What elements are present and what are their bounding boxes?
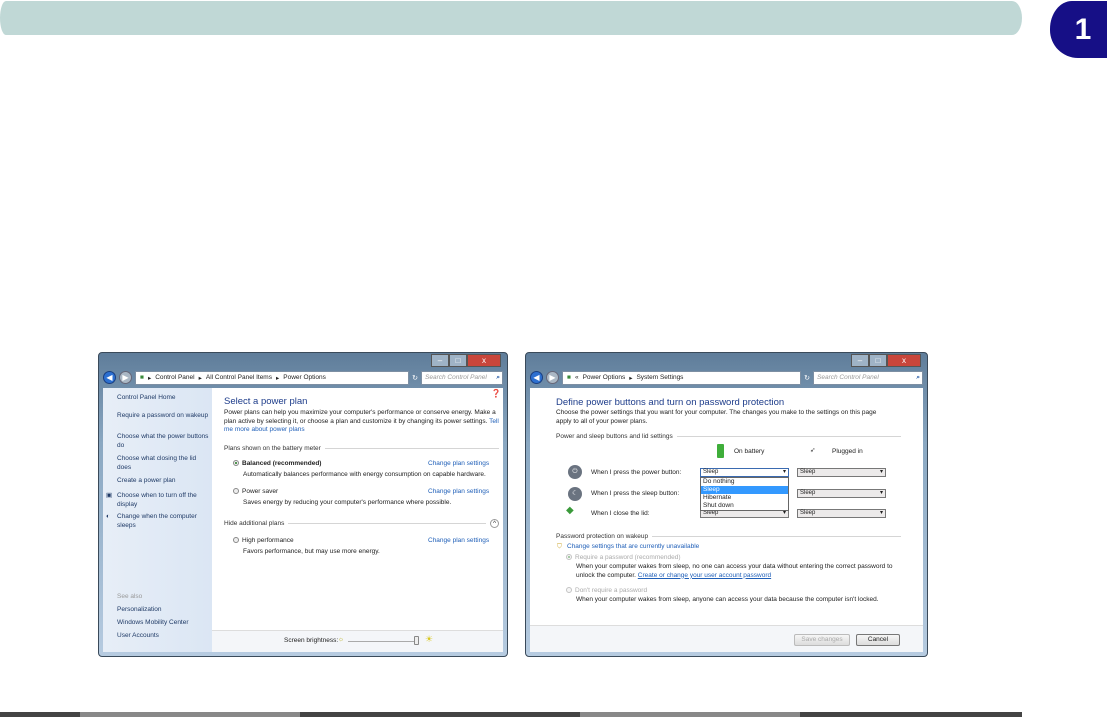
- group-heading: Power and sleep buttons and lid settings: [556, 433, 673, 440]
- group-heading: Hide additional plans: [224, 520, 285, 527]
- see-also-link[interactable]: Windows Mobility Center: [117, 619, 209, 628]
- search-input[interactable]: Search Control Panel ⌕: [813, 370, 923, 385]
- sleep-button-plugged-select[interactable]: Sleep: [797, 489, 886, 498]
- sleep-icon: ◐: [106, 513, 110, 520]
- plan-description: Automatically balances performance with …: [243, 471, 486, 478]
- back-icon[interactable]: ◀: [530, 371, 543, 384]
- power-button-battery-select[interactable]: Sleep: [700, 468, 789, 477]
- bright-icon: ☀: [425, 634, 434, 644]
- option-description: When your computer wakes from sleep, any…: [576, 596, 879, 603]
- sidebar-link[interactable]: Choose what the power buttons do: [117, 433, 209, 450]
- plugged-in-header: Plugged in: [832, 448, 863, 455]
- maximize-button[interactable]: □: [449, 354, 467, 367]
- address-bar[interactable]: ■ ▸ Control Panel ▸ All Control Panel Items…: [135, 370, 410, 385]
- battery-icon: [717, 444, 724, 458]
- plan-description: Saves energy by reducing your computer's…: [243, 499, 452, 506]
- group-heading: Plans shown on the battery meter: [224, 445, 321, 452]
- dropdown-option[interactable]: Shut down: [701, 502, 788, 510]
- sidebar-link[interactable]: Change when the computer sleeps: [117, 513, 209, 530]
- control-panel-icon: ■: [140, 374, 144, 381]
- control-panel-icon: ■: [567, 374, 571, 381]
- sidebar-link[interactable]: Choose what closing the lid does: [117, 455, 209, 472]
- change-plan-settings-link[interactable]: Change plan settings: [428, 537, 489, 546]
- minimize-button[interactable]: –: [431, 354, 449, 367]
- brightness-label: Screen brightness:: [284, 637, 339, 644]
- forward-icon[interactable]: ▶: [119, 371, 132, 384]
- row-label: When I close the lid:: [591, 510, 650, 517]
- power-options-window: – □ x ◀ ▶ ■ ▸ Control Panel ▸ All Control Pane…: [98, 352, 508, 657]
- maximize-button[interactable]: □: [869, 354, 887, 367]
- dim-icon: ☼: [338, 636, 344, 643]
- address-bar[interactable]: ■ « Power Options ▸ System Settings: [562, 370, 802, 385]
- lid-plugged-select[interactable]: Sleep: [797, 509, 886, 518]
- sidebar-link[interactable]: Control Panel Home: [117, 394, 209, 403]
- refresh-icon[interactable]: ↻: [804, 374, 810, 382]
- breadcrumb-item[interactable]: Power Options: [283, 374, 326, 381]
- search-icon[interactable]: ⌕: [916, 372, 920, 384]
- footer-rule: [0, 712, 1022, 717]
- see-also-heading: See also: [117, 593, 143, 600]
- page-title: Define power buttons and turn on passwor…: [556, 397, 785, 408]
- plan-radio-balanced[interactable]: Balanced (recommended): [233, 460, 321, 469]
- dropdown-option[interactable]: Do nothing: [701, 478, 788, 486]
- plan-radio-power-saver[interactable]: Power saver: [233, 488, 278, 497]
- close-button[interactable]: x: [887, 354, 921, 367]
- breadcrumb-item[interactable]: Control Panel: [155, 374, 194, 381]
- search-input[interactable]: Search Control Panel ⌕: [421, 370, 503, 385]
- sidebar-link[interactable]: Create a power plan: [117, 477, 209, 486]
- display-icon: ▣: [106, 492, 113, 499]
- option-description: When your computer wakes from sleep, no …: [576, 563, 893, 579]
- sleep-button-icon: ☾: [568, 487, 582, 501]
- dropdown-list: Do nothing Sleep Hibernate Shut down: [700, 477, 789, 511]
- plan-radio-high-performance[interactable]: High performance: [233, 537, 294, 546]
- sidebar-link[interactable]: Require a password on wakeup: [117, 412, 209, 421]
- change-plan-settings-link[interactable]: Change plan settings: [428, 460, 489, 469]
- help-icon[interactable]: ❓: [491, 389, 501, 398]
- no-password-radio[interactable]: Don't require a password: [566, 587, 647, 596]
- brightness-slider-thumb[interactable]: [414, 636, 419, 645]
- shield-icon: ⛉: [557, 543, 562, 550]
- save-changes-button[interactable]: Save changes: [794, 634, 850, 646]
- power-button-plugged-select[interactable]: Sleep: [797, 468, 886, 477]
- row-label: When I press the sleep button:: [591, 490, 680, 497]
- refresh-icon[interactable]: ↻: [412, 374, 418, 382]
- breadcrumb-item[interactable]: Power Options: [583, 374, 626, 381]
- see-also-link[interactable]: User Accounts: [117, 632, 209, 641]
- change-settings-link[interactable]: Change settings that are currently unava…: [567, 543, 699, 552]
- page-title: Select a power plan: [224, 396, 308, 407]
- forward-icon[interactable]: ▶: [546, 371, 559, 384]
- change-plan-settings-link[interactable]: Change plan settings: [428, 488, 489, 497]
- breadcrumb-item[interactable]: All Control Panel Items: [206, 374, 272, 381]
- plan-description: Favors performance, but may use more ene…: [243, 548, 380, 555]
- collapse-icon[interactable]: ^: [490, 519, 499, 528]
- group-heading: Password protection on wakeup: [556, 533, 649, 540]
- dropdown-option[interactable]: Hibernate: [701, 494, 788, 502]
- brightness-slider[interactable]: [348, 641, 418, 642]
- user-account-password-link[interactable]: Create or change your user account passw…: [638, 572, 771, 579]
- cancel-button[interactable]: Cancel: [856, 634, 900, 646]
- search-icon[interactable]: ⌕: [496, 372, 500, 384]
- page-header-bar: [0, 1, 1022, 35]
- close-button[interactable]: x: [467, 354, 501, 367]
- intro-text: Power plans can help you maximize your c…: [224, 409, 499, 433]
- system-settings-window: – □ x ◀ ▶ ■ « Power Options ▸ System Settings …: [525, 352, 928, 657]
- breadcrumb-item[interactable]: System Settings: [636, 374, 683, 381]
- back-icon[interactable]: ◀: [103, 371, 116, 384]
- lid-icon: ◆: [566, 505, 574, 516]
- power-button-icon: ⏻: [568, 465, 582, 479]
- plug-icon: ➶: [810, 447, 816, 454]
- intro-text: Choose the power settings that you want …: [556, 409, 877, 425]
- see-also-link[interactable]: Personalization: [117, 606, 209, 615]
- sidebar: Control Panel Home Require a password on…: [103, 388, 212, 652]
- on-battery-header: On battery: [734, 448, 765, 455]
- dropdown-option-selected[interactable]: Sleep: [701, 486, 788, 494]
- row-label: When I press the power button:: [591, 469, 682, 476]
- chapter-tab: 1: [1050, 1, 1107, 58]
- sidebar-link[interactable]: Choose when to turn off the display: [117, 492, 209, 509]
- minimize-button[interactable]: –: [851, 354, 869, 367]
- brightness-bar: Screen brightness: ☼ ☀: [212, 630, 503, 652]
- require-password-radio[interactable]: Require a password (recommended): [566, 554, 681, 563]
